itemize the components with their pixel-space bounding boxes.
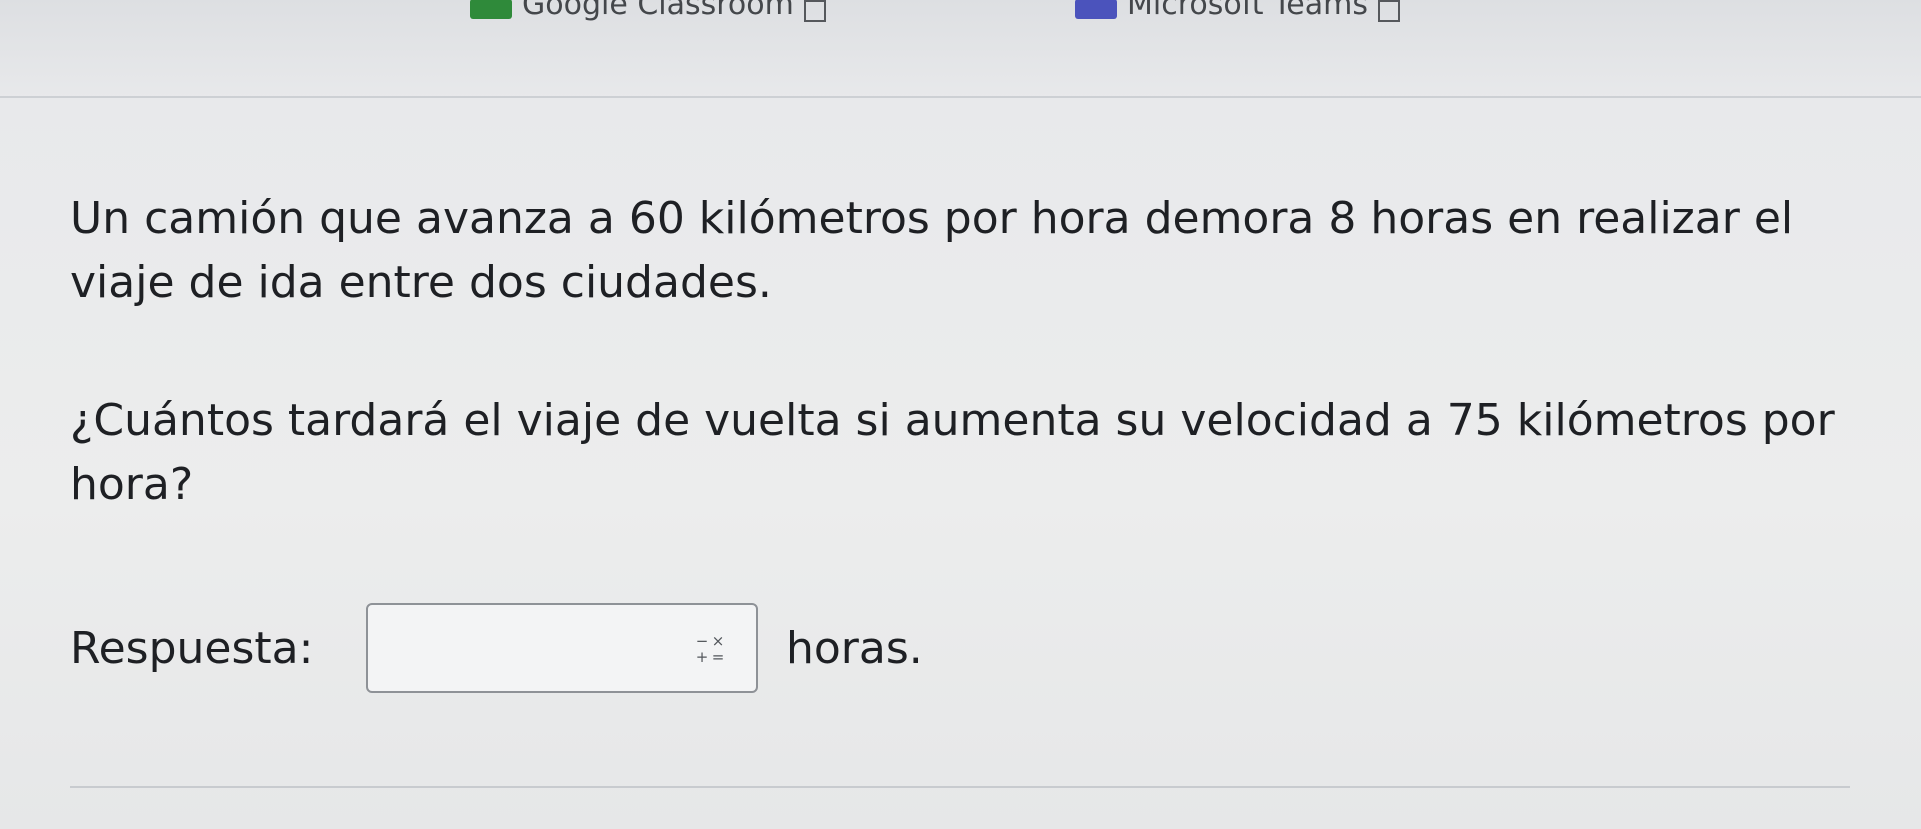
unit-label: horas. — [786, 622, 923, 674]
google-classroom-link[interactable]: Google Classroom — [470, 0, 826, 22]
problem-question: ¿Cuántos tardará el viaje de vuelta si a… — [70, 395, 1835, 510]
answer-box[interactable]: − × + = — [366, 603, 758, 693]
external-link-icon — [803, 0, 826, 22]
top-divider — [0, 96, 1921, 98]
bookmarks-bar: Google Classroom Microsoft Teams — [0, 0, 1921, 26]
answer-input[interactable] — [376, 613, 680, 685]
microsoft-teams-label: Microsoft Teams — [1127, 0, 1368, 22]
equals-symbol: = — [711, 648, 725, 666]
plus-symbol: + — [695, 648, 709, 666]
google-classroom-logo-icon — [470, 0, 512, 19]
microsoft-teams-logo-icon — [1075, 0, 1117, 19]
microsoft-teams-link[interactable]: Microsoft Teams — [1075, 0, 1400, 22]
answer-label: Respuesta: — [70, 622, 314, 674]
times-symbol: × — [711, 632, 725, 650]
external-link-icon — [1377, 0, 1400, 22]
page: Google Classroom Microsoft Teams Un cami… — [0, 0, 1921, 829]
answer-row: Respuesta: − × + = horas. — [70, 600, 923, 696]
google-classroom-label: Google Classroom — [522, 0, 794, 22]
bottom-divider — [70, 786, 1850, 788]
math-keyboard-icon[interactable]: − × + = — [694, 633, 726, 665]
minus-symbol: − — [695, 632, 709, 650]
problem-statement: Un camión que avanza a 60 kilómetros por… — [70, 193, 1794, 308]
